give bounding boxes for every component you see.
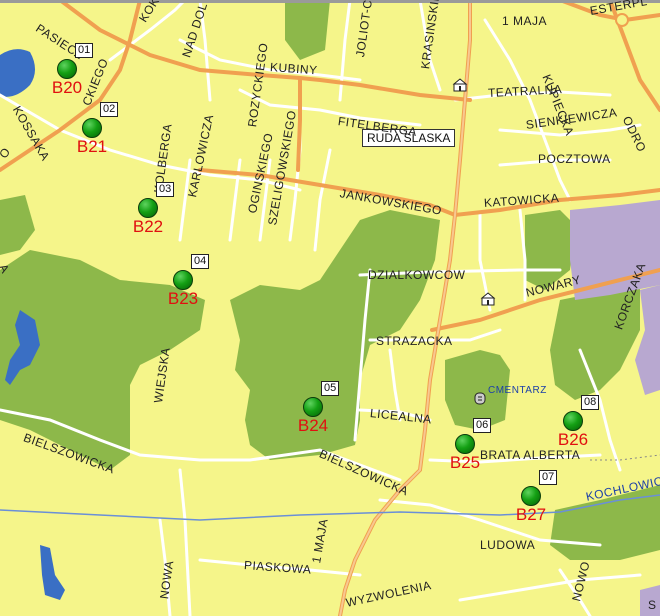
marker-code: B27 xyxy=(515,505,547,524)
map-view[interactable]: RUDA SLASKA PASIECZ KOKOTA NAD DOL JOLIO… xyxy=(0,0,660,616)
marker-dot[interactable] xyxy=(138,198,158,218)
marker-dot[interactable] xyxy=(521,486,541,506)
street-label-ludowa: LUDOWA xyxy=(480,538,536,552)
marker-number: 03 xyxy=(156,182,175,197)
marker-code: B22 xyxy=(132,217,164,236)
church-icon xyxy=(480,292,496,306)
marker-number: 02 xyxy=(100,102,119,117)
marker-code: B23 xyxy=(167,289,199,308)
marker-dot[interactable] xyxy=(82,118,102,138)
street-label-brata-alberta: BRATA ALBERTA xyxy=(480,448,581,462)
street-label-dzialkowcow: DZIALKOWCOW xyxy=(368,268,466,282)
marker-dot[interactable] xyxy=(563,411,583,431)
marker-dot[interactable] xyxy=(455,434,475,454)
street-label-pocztowa: POCZTOWA xyxy=(538,152,611,166)
marker-dot[interactable] xyxy=(303,397,323,417)
marker-number: 06 xyxy=(473,418,492,433)
marker-code: B26 xyxy=(557,430,589,449)
church-icon xyxy=(452,78,468,92)
marker-dot[interactable] xyxy=(57,59,77,79)
marker-number: 07 xyxy=(539,470,558,485)
marker-code: B20 xyxy=(51,78,83,97)
marker-number: 04 xyxy=(191,254,210,269)
marker-number: 01 xyxy=(75,43,94,58)
marker-number: 05 xyxy=(321,381,340,396)
cemetery-icon xyxy=(474,392,486,405)
marker-code: B25 xyxy=(449,453,481,472)
street-label-1-maja-top: 1 MAJA xyxy=(502,14,548,28)
marker-code: B24 xyxy=(297,416,329,435)
marker-code: B21 xyxy=(76,137,108,156)
label-cmentarz: CMENTARZ xyxy=(488,385,547,396)
marker-number: 08 xyxy=(581,395,600,410)
marker-dot[interactable] xyxy=(173,270,193,290)
street-label-strazacka: STRAZACKA xyxy=(376,334,453,348)
street-label-bottom-right-s: S xyxy=(648,598,657,612)
